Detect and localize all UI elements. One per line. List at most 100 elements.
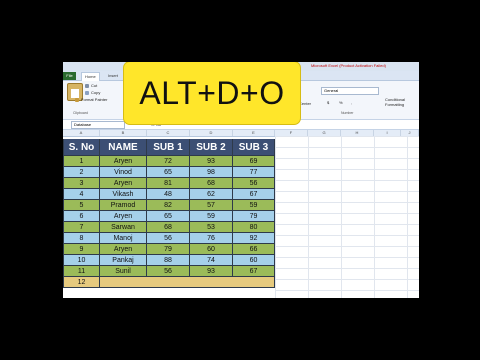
table-cell[interactable]: 11 — [63, 266, 100, 277]
table-cell[interactable]: 56 — [147, 266, 190, 277]
header-cell[interactable]: NAME — [100, 139, 147, 156]
table-row: 8 Manoj 56 76 92 — [63, 233, 275, 244]
header-cell[interactable]: S. No — [63, 139, 100, 156]
table-cell[interactable]: Sarwan — [100, 222, 147, 233]
table-cell[interactable]: 88 — [147, 255, 190, 266]
column-header-c[interactable]: C — [147, 130, 190, 136]
table-cell[interactable]: Sunil — [100, 266, 147, 277]
table-cell[interactable]: 77 — [233, 167, 275, 178]
table-cell[interactable]: 10 — [63, 255, 100, 266]
clipboard-group-label: Clipboard — [73, 111, 88, 115]
column-header-a[interactable]: A — [63, 130, 100, 136]
brush-icon — [75, 97, 79, 102]
conditional-formatting-button[interactable]: Conditional Formatting — [385, 97, 405, 107]
merge-center-button[interactable]: Center — [299, 101, 311, 106]
table-row: 2 Vinod 65 98 77 — [63, 167, 275, 178]
table-row: 11 Sunil 56 93 67 — [63, 266, 275, 277]
table-cell[interactable]: 48 — [147, 189, 190, 200]
table-row: 7 Sarwan 68 53 80 — [63, 222, 275, 233]
table-row: 4 Vikash 48 62 67 — [63, 189, 275, 200]
table-cell[interactable]: 92 — [233, 233, 275, 244]
table-cell[interactable]: 53 — [190, 222, 233, 233]
tab-home[interactable]: Home — [81, 72, 100, 81]
table-cell[interactable]: 74 — [190, 255, 233, 266]
table-cell[interactable]: Aryen — [100, 178, 147, 189]
format-painter-label: Format Painter — [81, 97, 108, 102]
table-cell[interactable]: 62 — [190, 189, 233, 200]
copy-icon — [85, 90, 89, 95]
table-cell[interactable]: 1 — [63, 156, 100, 167]
table-cell[interactable]: 5 — [63, 200, 100, 211]
table-cell[interactable]: Pramod — [100, 200, 147, 211]
table-row: 12 — [63, 277, 275, 288]
table-cell[interactable]: 65 — [147, 211, 190, 222]
tab-file[interactable]: File — [63, 72, 76, 80]
column-header-e[interactable]: E — [233, 130, 275, 136]
table-cell[interactable]: 79 — [233, 211, 275, 222]
table-cell[interactable]: 60 — [190, 244, 233, 255]
table-row: 1 Aryen 72 93 69 — [63, 156, 275, 167]
table-cell[interactable]: 98 — [190, 167, 233, 178]
table-cell[interactable]: 59 — [233, 200, 275, 211]
table-cell[interactable]: 57 — [190, 200, 233, 211]
table-cell[interactable]: 65 — [147, 167, 190, 178]
tab-insert[interactable]: Insert — [105, 72, 121, 80]
table-cell[interactable]: Aryen — [100, 211, 147, 222]
table-row: 6 Aryen 65 59 79 — [63, 211, 275, 222]
header-cell[interactable]: SUB 1 — [147, 139, 190, 156]
table-cell[interactable]: Manoj — [100, 233, 147, 244]
table-cell[interactable]: 12 — [63, 277, 100, 288]
table-cell[interactable]: Vikash — [100, 189, 147, 200]
window-title: Microsoft Excel (Product Activation Fail… — [311, 63, 386, 68]
cut-button[interactable]: Cut — [85, 83, 97, 88]
table-cell[interactable]: 7 — [63, 222, 100, 233]
percent-button[interactable]: % — [339, 100, 343, 105]
table-cell[interactable]: 68 — [147, 222, 190, 233]
table-cell[interactable]: 76 — [190, 233, 233, 244]
table-cell[interactable]: 3 — [63, 178, 100, 189]
table-cell[interactable]: 80 — [233, 222, 275, 233]
column-header-d[interactable]: D — [190, 130, 233, 136]
shortcut-text: ALT+D+O — [139, 75, 285, 111]
table-cell[interactable]: Aryen — [100, 156, 147, 167]
table-cell[interactable]: 2 — [63, 167, 100, 178]
column-header-b[interactable]: B — [100, 130, 147, 136]
table-cell[interactable]: 93 — [190, 156, 233, 167]
table-cell[interactable]: 9 — [63, 244, 100, 255]
shortcut-overlay: ALT+D+O — [124, 62, 300, 124]
table-cell[interactable]: 79 — [147, 244, 190, 255]
currency-button[interactable]: $ — [327, 100, 329, 105]
table-cell[interactable]: 8 — [63, 233, 100, 244]
number-format-select[interactable]: General — [321, 87, 379, 95]
table-cell[interactable]: 6 — [63, 211, 100, 222]
table-cell[interactable]: 69 — [233, 156, 275, 167]
copy-button[interactable]: Copy — [85, 90, 100, 95]
name-box[interactable]: Database — [71, 121, 125, 129]
table-cell[interactable]: 81 — [147, 178, 190, 189]
table-cell[interactable]: 93 — [190, 266, 233, 277]
table-cell[interactable]: 56 — [147, 233, 190, 244]
table-cell[interactable]: 82 — [147, 200, 190, 211]
table-row: 5 Pramod 82 57 59 — [63, 200, 275, 211]
table-cell[interactable]: 4 — [63, 189, 100, 200]
table-cell[interactable]: 60 — [233, 255, 275, 266]
table-cell[interactable]: 56 — [233, 178, 275, 189]
table-cell[interactable]: Pankaj — [100, 255, 147, 266]
empty-cells-grid[interactable] — [275, 136, 419, 298]
comma-button[interactable]: , — [351, 100, 352, 105]
formatting-label: Formatting — [385, 102, 405, 107]
table-cell[interactable]: Aryen — [100, 244, 147, 255]
copy-label: Copy — [91, 90, 101, 95]
table-cell[interactable]: 66 — [233, 244, 275, 255]
table-cell[interactable]: 72 — [147, 156, 190, 167]
table-cell[interactable] — [100, 277, 275, 288]
table-cell[interactable]: 59 — [190, 211, 233, 222]
table-cell[interactable]: 67 — [233, 266, 275, 277]
table-row: 10 Pankaj 88 74 60 — [63, 255, 275, 266]
header-cell[interactable]: SUB 3 — [233, 139, 275, 156]
table-cell[interactable]: Vinod — [100, 167, 147, 178]
header-cell[interactable]: SUB 2 — [190, 139, 233, 156]
table-cell[interactable]: 67 — [233, 189, 275, 200]
format-painter-button[interactable]: Format Painter — [75, 97, 107, 102]
table-cell[interactable]: 68 — [190, 178, 233, 189]
